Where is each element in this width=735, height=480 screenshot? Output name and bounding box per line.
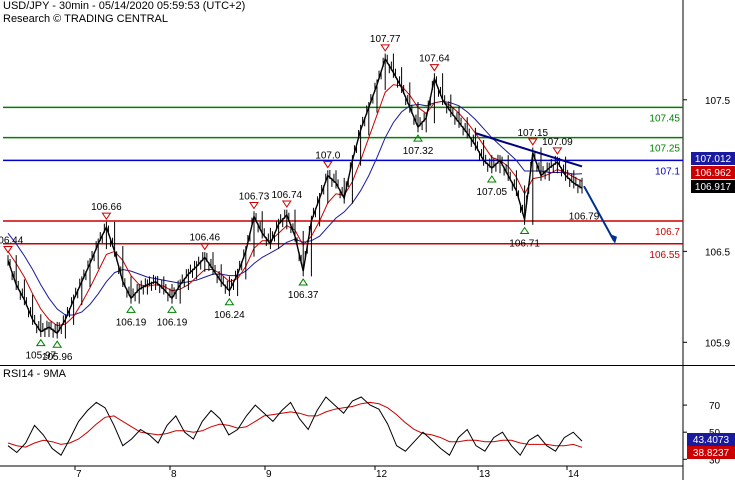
key-level-label: 107.45: [649, 113, 680, 124]
trough-label: 106.19: [116, 317, 147, 328]
trough-marker: [167, 305, 177, 313]
trough-label: 107.32: [403, 146, 434, 157]
peak-marker: [552, 147, 563, 155]
peak-label: 107.64: [419, 54, 450, 65]
price-axis-label: 105.9: [705, 338, 730, 349]
time-tick-label: 14: [568, 469, 580, 480]
price-axis-label: 107.5: [705, 96, 730, 107]
time-tick-label: 13: [479, 469, 491, 480]
trough-marker: [224, 297, 235, 306]
peak-label: 106.66: [91, 202, 122, 213]
peak-label: 107.0: [315, 151, 340, 162]
trough-marker: [52, 340, 63, 348]
key-level-label: 107.1: [655, 166, 680, 177]
key-level-label: 107.25: [649, 144, 680, 155]
peak-marker: [527, 138, 538, 146]
price-tag-label: 106.917: [695, 182, 732, 193]
rsi-tag-label: 38.8237: [693, 448, 730, 459]
time-tick-label: 9: [266, 469, 272, 480]
rsi-tag-label: 43.4073: [693, 435, 730, 446]
peak-label: 107.77: [370, 34, 401, 45]
price-tag-label: 106.962: [695, 168, 732, 179]
trough-label: 107.05: [477, 187, 508, 198]
price-axis-label: 106.5: [705, 247, 730, 258]
rsi-panel-title: RSI14 - 9MA: [3, 368, 66, 380]
trough-marker: [35, 338, 46, 347]
peak-marker: [429, 64, 440, 72]
trough-marker: [298, 278, 309, 286]
peak-marker: [380, 44, 391, 52]
trough-label: 106.19: [157, 317, 188, 328]
peak-label: 106.73: [239, 191, 270, 202]
trough-label: 106.71: [509, 239, 540, 250]
forecast-arrow-head: [609, 233, 617, 244]
price-chart-svg: 7 8 9 12 13 14 107.5 106.5 105.9 107.45 107.25 107.…: [0, 0, 735, 480]
rsi-ma-line: [7, 401, 583, 448]
peak-marker: [249, 201, 259, 210]
trough-marker: [519, 226, 530, 235]
price-tag-label: 107.012: [695, 154, 732, 165]
time-tick-label: 12: [376, 469, 388, 480]
peak-label: 106.74: [272, 190, 303, 201]
trough-label: 105.96: [42, 352, 73, 363]
peak-label: 106.44: [0, 235, 24, 246]
chart-root: USD/JPY - 30min - 05/14/2020 05:59:53 (U…: [0, 0, 735, 480]
key-level-label: 106.55: [649, 250, 680, 261]
peak-label: 107.09: [542, 137, 573, 148]
trough-label: 106.37: [288, 290, 319, 301]
level-annotation-label: 106.79: [569, 211, 600, 222]
trough-marker: [486, 175, 497, 183]
key-level-label: 106.7: [655, 227, 680, 238]
time-tick-label: 7: [76, 469, 82, 480]
peak-marker: [3, 245, 13, 254]
trough-marker: [126, 305, 136, 313]
peak-marker: [322, 161, 333, 169]
peak-marker: [281, 200, 292, 208]
peak-marker: [101, 212, 112, 221]
time-tick-label: 8: [171, 469, 177, 480]
peak-label: 106.46: [190, 232, 221, 243]
rsi-axis-label: 70: [709, 401, 721, 412]
trough-label: 106.24: [214, 310, 245, 321]
